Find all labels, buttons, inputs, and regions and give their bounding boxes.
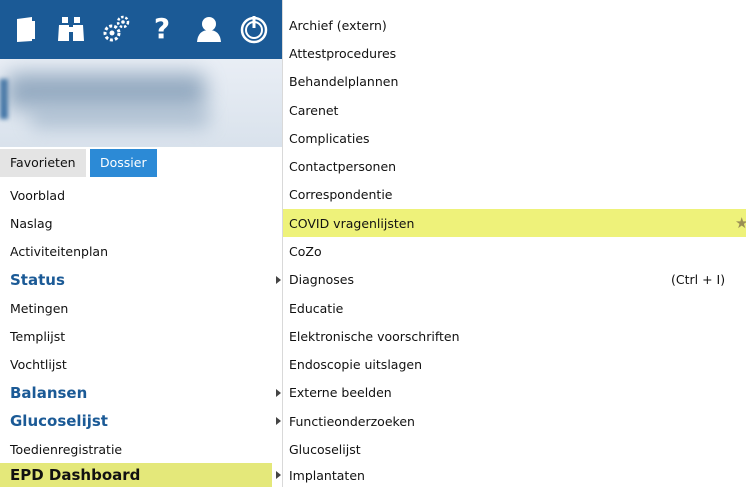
nav-item-label: Templijst [10, 328, 66, 344]
nav-item-label: Naslag [10, 215, 53, 231]
nav-item-vochtlijst[interactable]: Vochtlijst [0, 350, 272, 378]
menu-item-label: Glucoselijst [289, 441, 361, 457]
nav-item-label: Balansen [10, 384, 88, 402]
menu-item-label: Contactpersonen [289, 158, 397, 174]
menu-item-elektronische-voorschriften[interactable]: Elektronische voorschriften [283, 322, 746, 350]
shortcut-label: (Ctrl + I) [671, 271, 726, 287]
submenu-arrow-icon [276, 471, 281, 479]
menu-item-externe-beelden[interactable]: Externe beelden [283, 378, 746, 406]
nav-item-label: Glucoselijst [10, 412, 108, 430]
menu-item-correspondentie[interactable]: Correspondentie [283, 180, 746, 208]
document-icon[interactable] [10, 13, 42, 45]
nav-item-epd-dashboard[interactable]: EPD Dashboard [0, 463, 272, 487]
menu-item-glucoselijst[interactable]: Glucoselijst [283, 435, 746, 463]
menu-item-label: Archief (extern) [289, 17, 387, 33]
menu-item-educatie[interactable]: Educatie [283, 294, 746, 322]
tab-dossier[interactable]: Dossier [90, 149, 157, 177]
menu-item-implantaten[interactable]: Implantaten [283, 463, 746, 487]
menu-item-label: Endoscopie uitslagen [289, 356, 422, 372]
menu-item-label: Carenet [289, 102, 339, 118]
patient-banner [0, 59, 282, 147]
nav-item-toedienregistratie[interactable]: Toedienregistratie [0, 435, 272, 463]
menu-item-functieonderzoeken[interactable]: Functieonderzoeken [283, 407, 746, 435]
menu-item-label: COVID vragenlijsten [289, 215, 415, 231]
dossier-submenu: Archief (extern) Attestprocedures Behand… [282, 0, 746, 487]
nav-item-balansen[interactable]: Balansen [0, 379, 272, 407]
menu-item-contactpersonen[interactable]: Contactpersonen [283, 152, 746, 180]
tab-bar: Favorieten Dossier [0, 147, 282, 179]
help-icon[interactable]: ? [146, 13, 178, 45]
power-icon[interactable] [238, 13, 270, 45]
menu-item-endoscopie-uitslagen[interactable]: Endoscopie uitslagen [283, 350, 746, 378]
menu-item-label: Elektronische voorschriften [289, 328, 460, 344]
menu-item-behandelplannen[interactable]: Behandelplannen [283, 67, 746, 95]
nav-item-label: Status [10, 271, 65, 289]
nav-item-templijst[interactable]: Templijst [0, 322, 272, 350]
user-icon[interactable] [193, 13, 225, 45]
menu-item-complicaties[interactable]: Complicaties [283, 124, 746, 152]
menu-item-label: CoZo [289, 243, 322, 259]
nav-item-activiteitenplan[interactable]: Activiteitenplan [0, 237, 272, 265]
nav-item-label: Vochtlijst [10, 356, 67, 372]
nav-item-label: Voorblad [10, 187, 66, 203]
menu-item-label: Diagnoses [289, 271, 354, 287]
tab-favorieten[interactable]: Favorieten [0, 149, 86, 177]
menu-item-attestprocedures[interactable]: Attestprocedures [283, 39, 746, 67]
nav-item-voorblad[interactable]: Voorblad [0, 181, 272, 209]
menu-item-diagnoses[interactable]: Diagnoses (Ctrl + I) [283, 265, 746, 293]
settings-gears-icon[interactable] [100, 13, 132, 45]
menu-item-label: Behandelplannen [289, 73, 399, 89]
nav-item-naslag[interactable]: Naslag [0, 209, 272, 237]
menu-item-archief[interactable]: Archief (extern) [283, 11, 746, 39]
menu-item-label: Educatie [289, 300, 344, 316]
favorite-star-icon[interactable]: ★ [735, 214, 746, 232]
submenu-arrow-icon [276, 276, 281, 284]
nav-item-label: Metingen [10, 300, 69, 316]
menu-item-covid-vragenlijsten[interactable]: COVID vragenlijsten ★ [283, 209, 746, 237]
menu-item-label: Externe beelden [289, 384, 392, 400]
binoculars-icon[interactable] [55, 13, 87, 45]
menu-item-label: Functieonderzoeken [289, 413, 415, 429]
nav-item-label: Activiteitenplan [10, 243, 109, 259]
submenu-arrow-icon [276, 417, 281, 425]
nav-item-metingen[interactable]: Metingen [0, 294, 272, 322]
menu-item-carenet[interactable]: Carenet [283, 96, 746, 124]
menu-item-cozo[interactable]: CoZo [283, 237, 746, 265]
menu-item-label: Attestprocedures [289, 45, 397, 61]
submenu-arrow-icon [276, 389, 281, 397]
nav-item-glucoselijst[interactable]: Glucoselijst [0, 407, 272, 435]
top-toolbar: ? [0, 0, 282, 59]
nav-item-label: Toedienregistratie [10, 441, 123, 457]
menu-item-label: Complicaties [289, 130, 370, 146]
nav-item-status[interactable]: Status [0, 266, 272, 294]
menu-item-label: Implantaten [289, 467, 365, 483]
nav-item-label: EPD Dashboard [10, 466, 141, 484]
menu-item-label: Correspondentie [289, 186, 393, 202]
